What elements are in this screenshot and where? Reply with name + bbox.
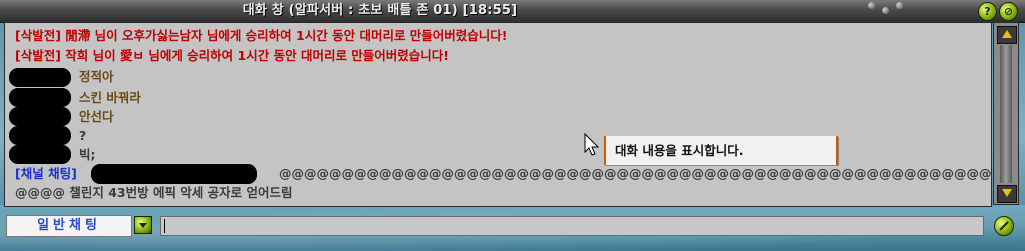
- chat-line-system: [삭발전] 작희 님이 愛ㅂ 님에게 승리하여 1시간 동안 대머리로 만들어버…: [15, 48, 449, 63]
- chat-line-user: 스킨 바꿔라: [79, 90, 141, 105]
- chat-line-system: [삭발전] 閒滯 님이 오후가싫는남자 님에게 승리하여 1시간 동안 대머리로…: [15, 28, 508, 43]
- chat-input[interactable]: [160, 216, 984, 236]
- redacted-name: [9, 107, 71, 126]
- text-caret: [164, 219, 165, 233]
- chat-line-user: ?: [79, 128, 87, 143]
- scroll-track[interactable]: [1000, 45, 1012, 183]
- channel-chat-prefix: [채널 채팅]: [15, 166, 77, 181]
- redacted-name: [9, 126, 71, 145]
- chat-line-user: 빅;: [79, 147, 96, 162]
- window-title: 대화 창 (알파서버 : 초보 배틀 존 01) [18:55]: [242, 3, 518, 18]
- title-bar[interactable]: 대화 창 (알파서버 : 초보 배틀 존 01) [18:55] ? ⊘: [0, 0, 1025, 23]
- chat-line-user: 안선다: [79, 109, 114, 124]
- chat-line-user: 정적아: [79, 69, 114, 84]
- title-decoration: [868, 2, 904, 20]
- chat-line-channel: @@@@@@@@@@@@@@@@@@@@@@@@@@@@@@@@@@@@@@@@…: [279, 166, 992, 181]
- mouse-cursor-icon: [584, 133, 600, 156]
- chat-input-bar: 일반채팅: [0, 213, 1025, 239]
- chevron-down-icon[interactable]: [134, 216, 152, 234]
- scroll-down-button[interactable]: [997, 185, 1017, 203]
- redacted-name: [91, 164, 257, 184]
- arrow-up-icon: [1002, 30, 1012, 38]
- arrow-down-icon: [1002, 189, 1012, 197]
- scroll-up-button[interactable]: [997, 26, 1017, 44]
- close-icon[interactable]: ⊘: [999, 2, 1018, 21]
- redacted-name: [9, 88, 71, 107]
- question-icon[interactable]: ?: [978, 2, 997, 21]
- chat-log[interactable]: [삭발전] 閒滯 님이 오후가싫는남자 님에게 승리하여 1시간 동안 대머리로…: [4, 22, 992, 207]
- chat-line-channel: @@@@ 챌린지 43번방 에픽 악세 공자로 얻어드림: [15, 185, 293, 200]
- redacted-name: [9, 145, 71, 164]
- send-icon[interactable]: [994, 216, 1014, 236]
- chat-mode-selector[interactable]: 일반채팅: [6, 215, 132, 237]
- chat-scrollbar[interactable]: [993, 22, 1019, 205]
- tooltip: 대화 내용을 표시합니다.: [604, 136, 838, 165]
- redacted-name: [9, 68, 71, 87]
